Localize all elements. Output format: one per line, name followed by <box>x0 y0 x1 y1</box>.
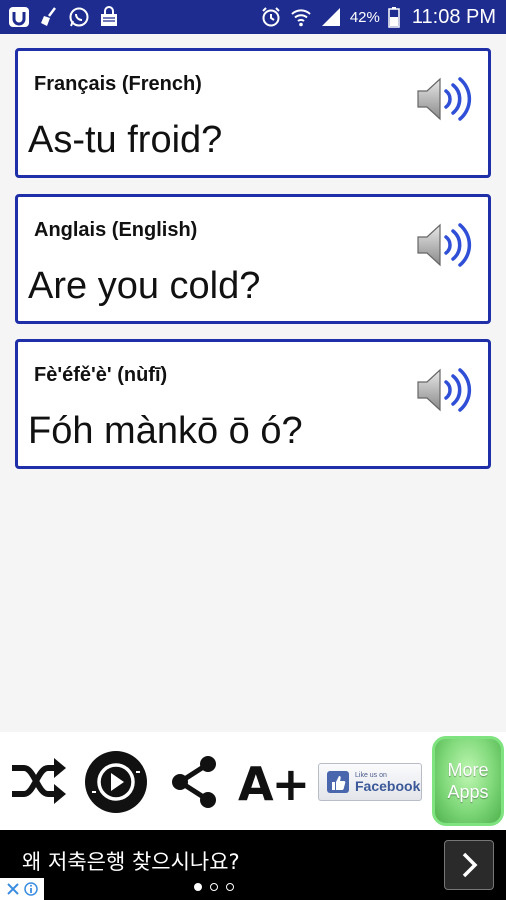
translation-card-fefe: Fè'éfě'è' (nùfī) Fóh mànkō ō ó? <box>15 339 491 469</box>
language-label: Anglais (English) <box>34 219 198 241</box>
translation-card-english: Anglais (English) Are you cold? <box>15 194 491 324</box>
language-label: Français (French) <box>34 73 202 95</box>
close-icon[interactable] <box>6 882 20 896</box>
broom-icon <box>38 6 60 28</box>
pagination-dot <box>226 883 234 891</box>
ad-banner[interactable]: 왜 저축은행 찾으시나요? <box>0 830 506 900</box>
play-button-icon[interactable] <box>84 750 148 814</box>
pagination-dot <box>210 883 218 891</box>
speaker-icon[interactable] <box>416 221 472 269</box>
ad-text[interactable]: 왜 저축은행 찾으시나요? <box>22 846 240 876</box>
more-apps-line1: More <box>447 760 489 780</box>
whatsapp-icon <box>68 6 90 28</box>
phrase-text: Fóh mànkō ō ó? <box>28 410 303 452</box>
wifi-icon <box>290 6 312 28</box>
ad-next-button[interactable] <box>444 840 494 890</box>
app-icon <box>8 6 30 28</box>
phrase-text: As-tu froid? <box>28 119 223 161</box>
battery-icon <box>388 6 400 28</box>
thumbs-up-icon <box>327 771 349 793</box>
speaker-icon[interactable] <box>416 366 472 414</box>
shuffle-icon[interactable] <box>10 756 68 806</box>
signal-icon <box>320 6 342 28</box>
chevron-right-icon <box>462 852 478 878</box>
ad-choices[interactable] <box>0 878 44 900</box>
pagination-dot <box>194 883 202 891</box>
shopping-bag-icon <box>98 6 120 28</box>
translation-card-french: Français (French) As-tu froid? <box>15 48 491 178</box>
ad-pagination <box>194 883 234 891</box>
battery-percent: 42% <box>349 8 380 26</box>
status-bar: 42% 11:08 PM <box>0 0 506 34</box>
share-icon[interactable] <box>168 754 220 810</box>
alarm-icon <box>260 6 282 28</box>
font-size-button[interactable]: A+ <box>238 752 310 812</box>
language-label: Fè'éfě'è' (nùfī) <box>34 364 168 386</box>
bottom-toolbar: A+ Like us on Facebook More Apps <box>0 732 506 830</box>
more-apps-line2: Apps <box>447 782 489 802</box>
clock: 11:08 PM <box>411 5 496 28</box>
speaker-icon[interactable] <box>416 75 472 123</box>
facebook-like-button[interactable]: Like us on Facebook <box>318 763 422 801</box>
font-size-label: A+ <box>238 757 310 811</box>
info-icon[interactable] <box>24 882 38 896</box>
facebook-label: Facebook <box>355 777 421 794</box>
more-apps-button[interactable]: More Apps <box>432 736 504 826</box>
phrase-text: Are you cold? <box>28 265 261 307</box>
